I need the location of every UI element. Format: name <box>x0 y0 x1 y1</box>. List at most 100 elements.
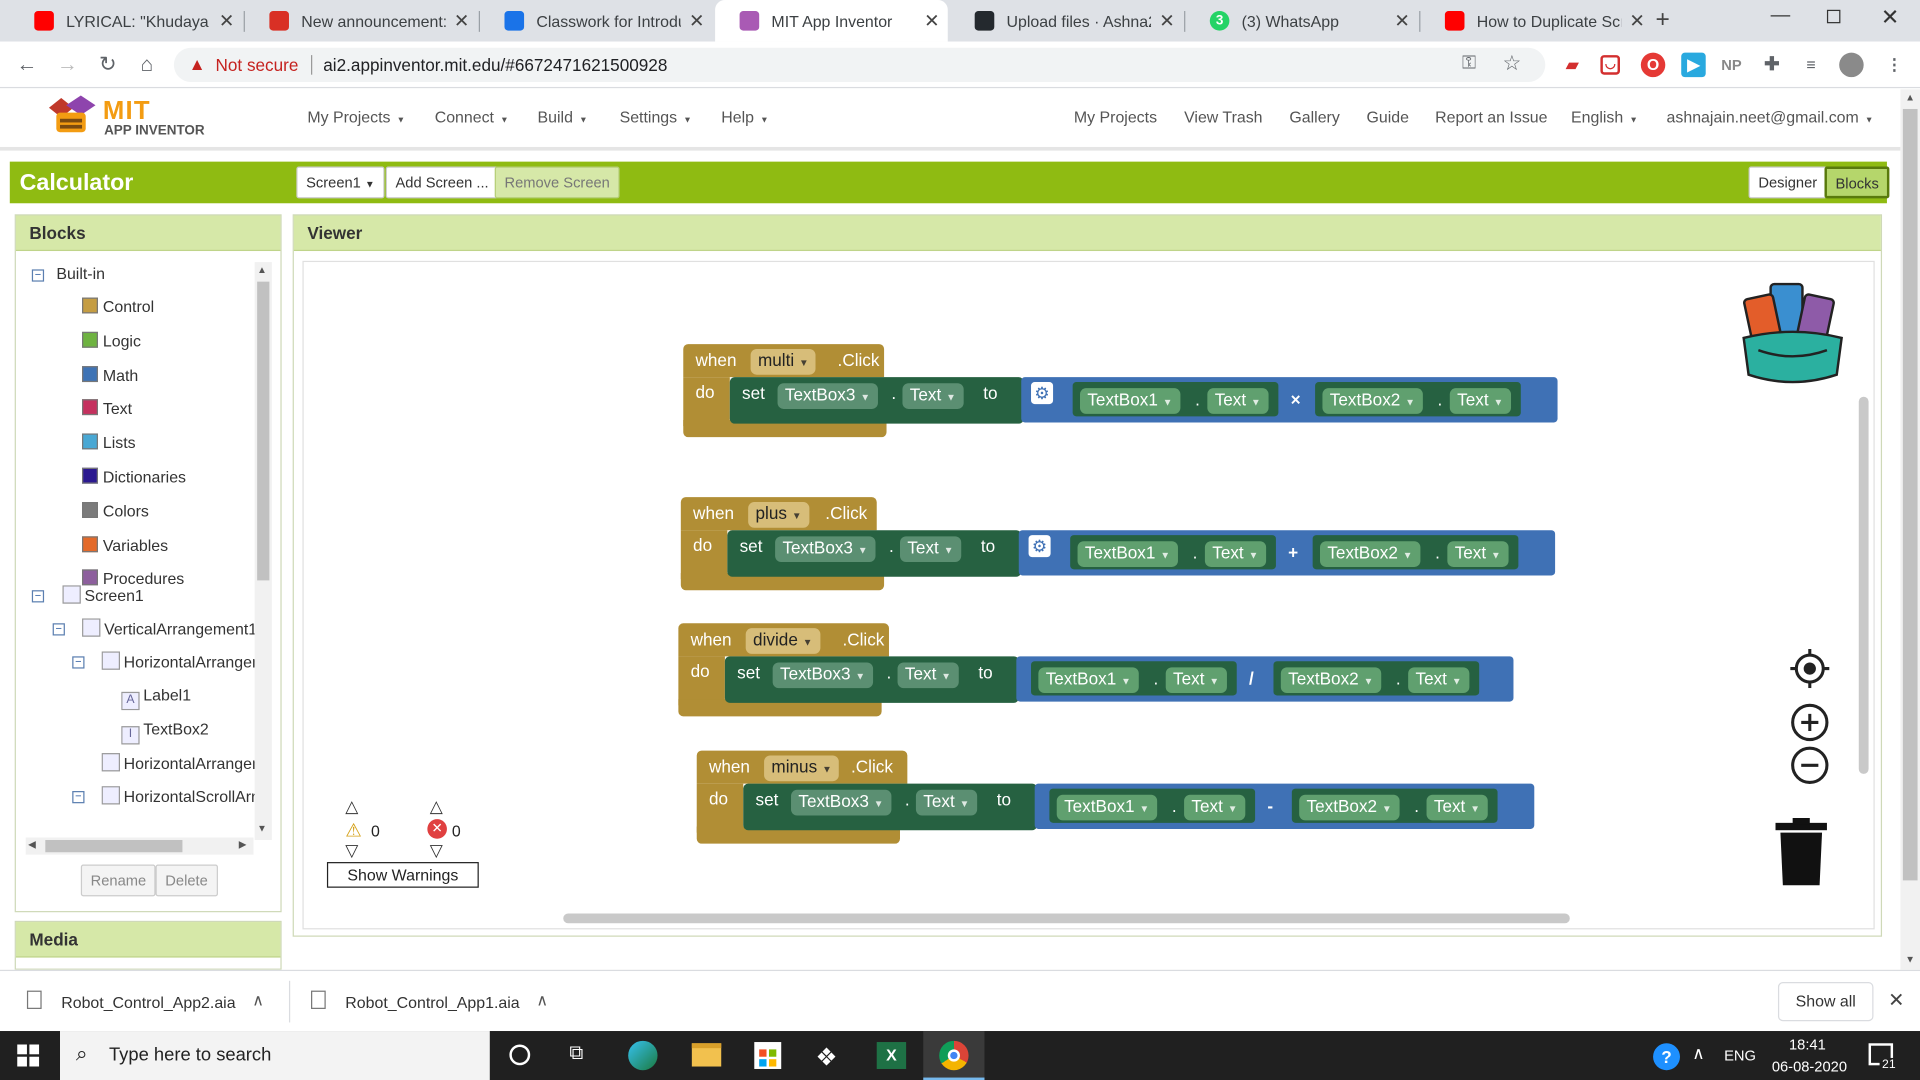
getter-component-dropdown[interactable]: TextBox2 ▼ <box>1320 541 1420 567</box>
new-tab-button[interactable]: + <box>1656 6 1670 34</box>
windows-start-icon[interactable] <box>17 1044 40 1067</box>
component-collapse-icon[interactable]: − <box>31 590 45 603</box>
extensions-puzzle-icon[interactable]: ✚ <box>1760 53 1784 77</box>
getter-component-dropdown[interactable]: TextBox1 ▼ <box>1077 541 1178 567</box>
property-dropdown[interactable]: Text ▼ <box>897 662 959 689</box>
getter-property-dropdown[interactable]: Text ▼ <box>1184 794 1245 821</box>
page-scroll-thumb[interactable] <box>1902 108 1918 881</box>
workspace-vscrollbar[interactable] <box>1858 396 1869 774</box>
blocks-workspace[interactable]: when multi ▼ .Click do set TextBox3 ▼. Text ▼ to ⚙ T… <box>302 260 1875 930</box>
getter-property-dropdown[interactable]: Text ▼ <box>1447 541 1509 567</box>
browser-tab[interactable]: LYRICAL: "Khudaya Kha✕ <box>10 0 243 42</box>
component-collapse-icon[interactable]: − <box>72 656 85 669</box>
tab-close-icon[interactable]: ✕ <box>681 10 713 32</box>
minimize-icon[interactable]: — <box>1771 5 1791 27</box>
category-item[interactable]: Text <box>82 399 132 418</box>
omnibox[interactable]: ▲ Not secure ai2.appinventor.mit.edu/#66… <box>173 47 1546 83</box>
download-item[interactable]: Robot_Control_App2.aia ∧ <box>20 981 289 1023</box>
category-item[interactable]: Colors <box>82 501 149 520</box>
blocks-button[interactable]: Blocks <box>1824 166 1890 199</box>
page-scrollbar[interactable]: ▲ ▼ <box>1900 89 1920 970</box>
clock-date[interactable]: 06-08-2020 <box>1772 1058 1847 1075</box>
target-dropdown[interactable]: TextBox3 ▼ <box>777 383 878 409</box>
chrome-icon[interactable] <box>939 1040 969 1071</box>
clock-time[interactable]: 18:41 <box>1789 1036 1826 1053</box>
component-item[interactable]: VerticalArrangement1 <box>82 618 255 638</box>
property-dropdown[interactable]: Text ▼ <box>902 383 964 409</box>
browser-tab[interactable]: MIT App Inventor ✕ <box>715 0 948 42</box>
backpack-icon[interactable] <box>1734 277 1852 387</box>
getter-property-dropdown[interactable]: Text ▼ <box>1449 388 1511 414</box>
target-dropdown[interactable]: TextBox3 ▼ <box>791 789 891 816</box>
tab-close-icon[interactable]: ✕ <box>916 10 948 32</box>
dropbox-icon[interactable]: ❖ <box>816 1042 838 1073</box>
pocket-icon[interactable]: ◡ <box>1600 55 1621 75</box>
tree-scrollbar-track[interactable]: ▲ ▼ <box>254 262 272 841</box>
target-dropdown[interactable]: TextBox3 ▼ <box>772 662 873 689</box>
close-downloads-icon[interactable]: ✕ <box>1888 988 1904 1012</box>
taskbar-search-box[interactable]: ⌕ Type here to search <box>60 1031 490 1080</box>
getter-component-dropdown[interactable]: TextBox1 ▼ <box>1056 794 1157 821</box>
close-window-icon[interactable]: ✕ <box>1881 5 1899 31</box>
target-dropdown[interactable]: TextBox3 ▼ <box>775 536 875 563</box>
store-icon[interactable] <box>754 1042 782 1069</box>
tab-close-icon[interactable]: ✕ <box>1621 10 1653 32</box>
getter-property-dropdown[interactable]: Text ▼ <box>1426 794 1488 821</box>
getter-property-dropdown[interactable]: Text ▼ <box>1204 541 1266 567</box>
menu-my-projects[interactable]: My Projects ▼ <box>307 108 405 126</box>
tab-close-icon[interactable]: ✕ <box>211 10 243 32</box>
component-item[interactable]: HorizontalArrangem <box>101 753 255 773</box>
scroll-left-arrow[interactable]: ◀ <box>28 839 36 850</box>
component-collapse-icon[interactable]: − <box>52 623 65 636</box>
browser-tab[interactable]: How to Duplicate Scree✕ <box>1420 0 1653 42</box>
restore-icon[interactable] <box>1826 9 1841 24</box>
tab-close-icon[interactable]: ✕ <box>1386 10 1418 32</box>
recenter-icon[interactable] <box>1790 648 1830 689</box>
top-link[interactable]: English ▼ <box>1571 108 1638 126</box>
getter-property-dropdown[interactable]: Text ▼ <box>1207 388 1269 414</box>
browser-tab[interactable]: Classwork for Introduct✕ <box>480 0 713 42</box>
designer-button[interactable]: Designer <box>1748 166 1827 199</box>
component-dropdown[interactable]: plus ▼ <box>748 502 809 528</box>
component-item[interactable]: HorizontalArrangem <box>101 651 255 671</box>
key-icon[interactable]: ⚿ <box>1462 53 1476 74</box>
warnings-up-arrow[interactable]: △ <box>345 796 358 817</box>
top-link[interactable]: View Trash <box>1184 108 1262 126</box>
appinventor-logo-icon[interactable] <box>44 95 98 140</box>
event-block-plus[interactable]: when plus ▼ .Click do set TextBox3 ▼. Text ▼ to ⚙ Te… <box>680 497 1563 595</box>
rename-button[interactable]: Rename <box>80 864 156 897</box>
home-icon[interactable]: ⌂ <box>131 49 163 81</box>
component-dropdown[interactable]: multi ▼ <box>750 348 817 375</box>
errors-up-arrow[interactable]: △ <box>430 796 443 817</box>
builtin-node[interactable]: Built-in <box>56 264 105 282</box>
errors-down-arrow[interactable]: ▽ <box>430 840 443 861</box>
delete-button[interactable]: Delete <box>155 864 218 897</box>
component-collapse-icon[interactable]: − <box>72 790 85 804</box>
tab-close-icon[interactable]: ✕ <box>446 10 478 32</box>
browser-tab[interactable]: 3 (3) WhatsApp ✕ <box>1185 0 1418 42</box>
extension-red-icon[interactable]: ▰ <box>1560 53 1584 77</box>
mutator-gear-icon[interactable]: ⚙ <box>1028 535 1051 558</box>
event-block-divide[interactable]: when divide ▼ .Click do set TextBox3 ▼. Text ▼ to T… <box>678 623 1560 721</box>
tray-chevron-icon[interactable]: ∧ <box>1692 1043 1705 1064</box>
np-extension-icon[interactable]: NP <box>1719 53 1743 77</box>
category-item[interactable]: Logic <box>82 331 141 350</box>
language-indicator[interactable]: ENG <box>1724 1047 1756 1064</box>
task-view-icon[interactable]: ⧉ <box>569 1043 583 1065</box>
download-options-icon[interactable]: ∧ <box>536 991 548 1011</box>
scroll-down-arrow[interactable]: ▼ <box>257 823 267 834</box>
scroll-up-arrow[interactable]: ▲ <box>257 264 267 275</box>
getter-component-dropdown[interactable]: TextBox2 ▼ <box>1299 794 1399 821</box>
category-item[interactable]: Control <box>82 297 154 316</box>
browser-tab[interactable]: Upload files · Ashna23/✕ <box>950 0 1183 42</box>
component-item[interactable]: HorizontalScrollArra <box>101 786 255 806</box>
reading-list-icon[interactable]: ≡ <box>1799 53 1823 77</box>
workspace-hscrollbar[interactable] <box>563 913 1570 924</box>
menu-connect[interactable]: Connect ▼ <box>435 108 509 126</box>
property-dropdown[interactable]: Text ▼ <box>915 789 977 816</box>
getter-component-dropdown[interactable]: TextBox1 ▼ <box>1038 667 1139 694</box>
category-item[interactable]: Dictionaries <box>82 467 186 486</box>
trash-icon[interactable] <box>1773 817 1829 887</box>
reload-icon[interactable]: ↻ <box>92 49 124 81</box>
getter-property-dropdown[interactable]: Text ▼ <box>1408 667 1469 694</box>
